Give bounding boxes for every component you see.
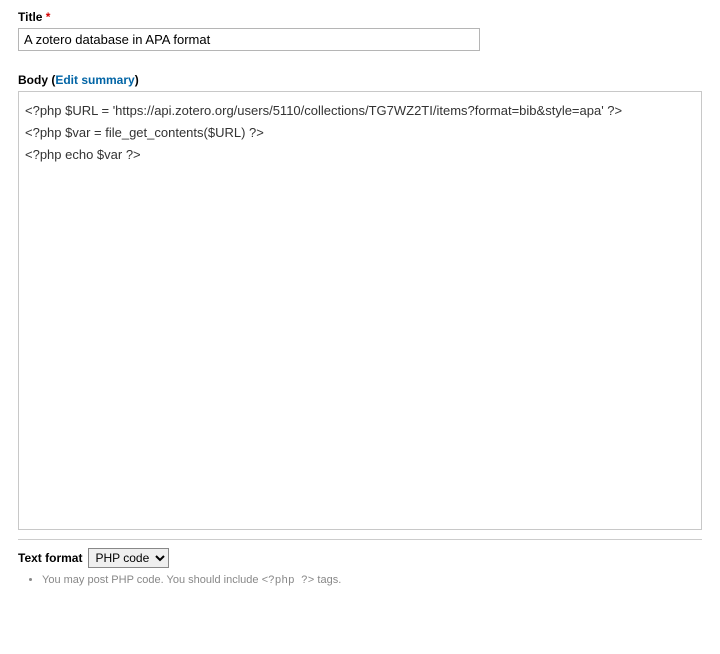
title-field: Title *: [18, 10, 702, 51]
hint-prefix: You may post PHP code. You should includ…: [42, 574, 262, 586]
required-marker: *: [46, 10, 51, 24]
text-format-label: Text format: [18, 551, 82, 565]
text-format-select[interactable]: PHP code: [88, 548, 169, 568]
text-format-row: Text format PHP code: [18, 548, 702, 568]
body-label-text: Body: [18, 73, 48, 87]
text-format-section: Text format PHP code You may post PHP co…: [18, 539, 702, 587]
body-label: Body (Edit summary): [18, 73, 702, 87]
hint-suffix: tags.: [314, 574, 341, 586]
edit-summary-link[interactable]: Edit summary: [55, 73, 134, 87]
hint-code: <?php ?>: [262, 575, 315, 587]
body-textarea[interactable]: [18, 91, 702, 530]
body-field: Body (Edit summary): [18, 73, 702, 533]
hint-line: You may post PHP code. You should includ…: [42, 574, 702, 587]
format-hints: You may post PHP code. You should includ…: [18, 574, 702, 587]
title-input[interactable]: [18, 28, 480, 51]
paren-close: ): [135, 73, 139, 87]
title-label-text: Title: [18, 10, 42, 24]
title-label: Title *: [18, 10, 702, 24]
